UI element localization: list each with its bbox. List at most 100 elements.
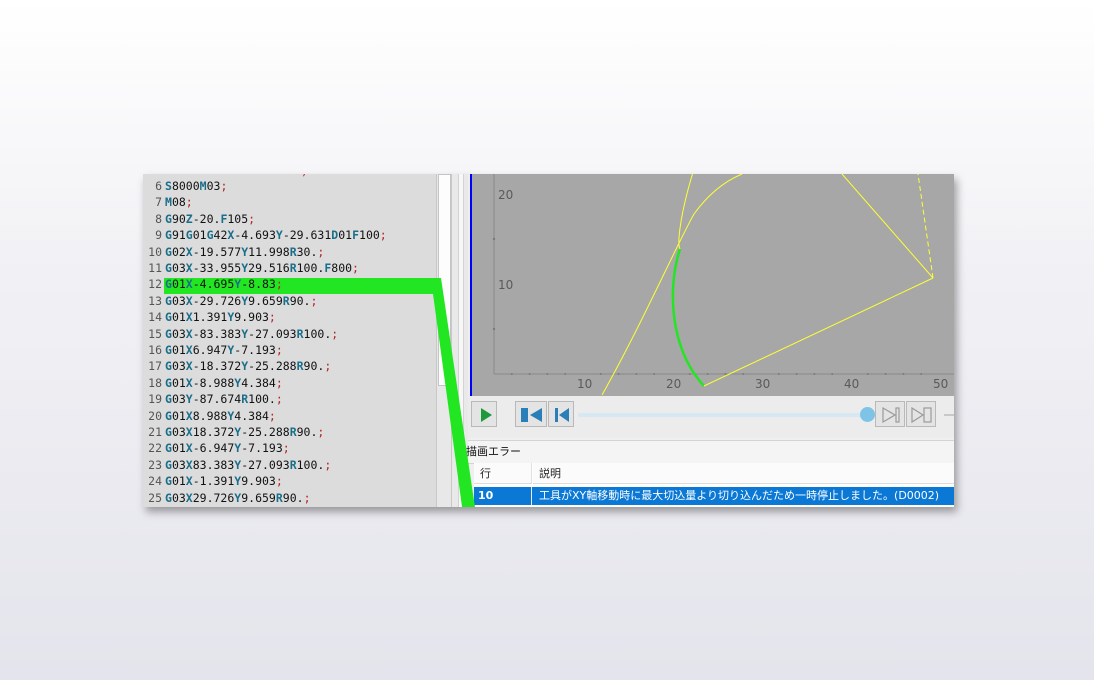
table-row[interactable]: 10 工具がXY軸移動時に最大切込量より切り込んだため一時停止しました。(D00…	[474, 487, 954, 505]
code-line-16[interactable]: 16 G01X6.947Y-7.193;	[143, 342, 283, 358]
x-minor-tick	[688, 373, 691, 375]
code-text: G90Z-20.F105;	[165, 211, 256, 226]
toolpath-canvas: 10 20 30 40 50 10 20	[492, 174, 954, 396]
playback-slider-track[interactable]	[578, 413, 870, 417]
skip-to-start-button[interactable]	[515, 401, 547, 427]
x-minor-tick	[653, 373, 656, 375]
x-minor-tick	[777, 373, 780, 375]
playback-slider-knob[interactable]	[860, 407, 875, 422]
y-tick-label: 10	[498, 278, 513, 292]
x-minor-tick	[564, 373, 567, 375]
code-line-7[interactable]: 7 M08;	[143, 194, 193, 210]
line-number: 14	[148, 310, 162, 325]
code-text: G01X1.391Y9.903;	[165, 310, 276, 325]
editor-scrollbar[interactable]	[436, 174, 451, 507]
code-text: G01X-1.391Y9.903;	[165, 474, 283, 489]
toolpath-plot[interactable]: 10 20 30 40 50 10 20	[470, 174, 954, 398]
line-number: 15	[148, 326, 162, 341]
step-forward-icon	[882, 406, 900, 424]
nc-code-editor[interactable]: ) 6S8000M03;7M08;8G90Z-20.F105;9G91G01G4…	[143, 174, 436, 507]
code-line-14[interactable]: 14 G01X1.391Y9.903;	[143, 309, 276, 325]
step-forward-button[interactable]	[875, 401, 905, 427]
x-minor-tick	[510, 373, 513, 375]
line-number: 22	[148, 441, 162, 456]
code-text: G91G01G42X-4.693Y-29.631D01F100;	[165, 228, 387, 243]
line-number: 18	[148, 375, 162, 390]
code-text: S8000M03;	[165, 179, 228, 193]
code-line-21[interactable]: 21 G03X18.372Y-25.288R90.;	[143, 424, 324, 440]
x-tick-label: 10	[577, 377, 592, 391]
x-minor-tick	[635, 373, 638, 375]
line-number: 25	[148, 490, 162, 505]
code-line-24[interactable]: 24 G01X-1.391Y9.903;	[143, 473, 283, 489]
column-header-description[interactable]: 説明	[533, 463, 954, 484]
x-minor-tick	[546, 373, 549, 375]
line-number: 9	[155, 228, 162, 243]
code-text: G03X18.372Y-25.288R90.;	[165, 425, 325, 439]
error-table: 行 説明 10 工具がXY軸移動時に最大切込量より切り込んだため一時停止しました…	[474, 463, 954, 507]
code-line-20[interactable]: 20 G01X8.988Y4.384;	[143, 408, 276, 424]
error-panel-title: 描画エラー	[466, 445, 521, 458]
line-number: 21	[148, 425, 162, 439]
code-line-22[interactable]: 22 G01X-6.947Y-7.193;	[143, 440, 290, 456]
toolpath-line-b	[841, 174, 934, 279]
code-text: M08;	[165, 195, 193, 210]
code-line-11[interactable]: 11 G03X-33.955Y29.516R100.F800;	[143, 260, 359, 276]
code-line-13[interactable]: 13 G03X-29.726Y9.659R90.;	[143, 293, 317, 309]
code-text: G01X-4.695Y-8.83;	[165, 277, 283, 292]
code-line-17[interactable]: 17 G03X-18.372Y-25.288R90.;	[143, 358, 331, 374]
editor-scrollbar-thumb[interactable]	[438, 174, 451, 386]
code-line-9[interactable]: 9 G91G01G42X-4.693Y-29.631D01F100;	[143, 227, 387, 243]
code-text: G03X29.726Y9.659R90.;	[165, 490, 311, 505]
skip-to-end-icon	[911, 406, 932, 424]
code-text: G01X-8.988Y4.384;	[165, 375, 283, 390]
x-tick-label: 20	[666, 377, 681, 391]
x-minor-tick	[902, 373, 905, 375]
code-text: G01X6.947Y-7.193;	[165, 343, 283, 357]
x-minor-tick	[866, 373, 869, 375]
column-header-line[interactable]: 行	[474, 463, 532, 484]
code-line-8[interactable]: 8 G90Z-20.F105;	[143, 211, 255, 227]
code-text: G01X-6.947Y-7.193;	[165, 441, 290, 456]
code-line-19[interactable]: 19 G03Y-87.674R100.;	[143, 391, 283, 407]
line-number: 12	[148, 277, 162, 292]
code-line-23[interactable]: 23 G03X83.383Y-27.093R100.;	[143, 457, 331, 473]
x-minor-tick	[884, 373, 887, 375]
code-text: G03X-33.955Y29.516R100.F800;	[165, 261, 359, 275]
y-minor-tick	[492, 237, 496, 241]
play-button[interactable]	[471, 401, 497, 427]
x-minor-tick	[528, 373, 531, 375]
play-icon	[481, 408, 492, 422]
code-line-18[interactable]: 18 G01X-8.988Y4.384;	[143, 375, 283, 391]
code-line-6[interactable]: 6 S8000M03;	[143, 178, 227, 194]
line-number: 23	[148, 457, 162, 472]
step-back-icon	[555, 408, 569, 422]
y-tick-label: 20	[498, 188, 513, 202]
error-panel-header: 描画エラー	[466, 440, 954, 464]
code-line-15[interactable]: 15 G03X-83.383Y-27.093R100.;	[143, 326, 338, 342]
x-minor-tick	[831, 373, 834, 375]
error-description-cell: 工具がXY軸移動時に最大切込量より切り込んだため一時停止しました。(D0002)	[539, 489, 940, 502]
skip-to-end-button[interactable]	[906, 401, 936, 427]
x-tick-label: 30	[755, 377, 770, 391]
code-line-12[interactable]: 12 G01X-4.695Y-8.83;	[143, 276, 283, 292]
app-window: ) 6S8000M03;7M08;8G90Z-20.F105;9G91G01G4…	[143, 174, 954, 507]
x-minor-tick	[706, 373, 709, 375]
code-text: G02X-19.577Y11.998R30.;	[165, 244, 325, 259]
error-line-cell: 10	[474, 487, 532, 505]
x-minor-tick	[742, 373, 745, 375]
x-tick-label: 50	[933, 377, 948, 391]
code-text: G01X8.988Y4.384;	[165, 408, 276, 423]
line-number: 16	[148, 343, 162, 357]
x-minor-tick	[795, 373, 798, 375]
code-text: G03Y-87.674R100.;	[165, 392, 283, 407]
line-number: 24	[148, 474, 162, 489]
y-minor-tick	[492, 327, 496, 331]
x-minor-tick	[813, 373, 816, 375]
simulation-panel: 10 20 30 40 50 10 20 描画エラー 行 説明 10 工具がXY…	[466, 174, 954, 507]
toolpath-rapid	[917, 174, 934, 279]
step-back-button[interactable]	[548, 401, 574, 427]
code-line-25[interactable]: 25 G03X29.726Y9.659R90.;	[143, 490, 311, 506]
code-line-10[interactable]: 10 G02X-19.577Y11.998R30.;	[143, 244, 324, 260]
code-text: G03X-29.726Y9.659R90.;	[165, 293, 318, 308]
